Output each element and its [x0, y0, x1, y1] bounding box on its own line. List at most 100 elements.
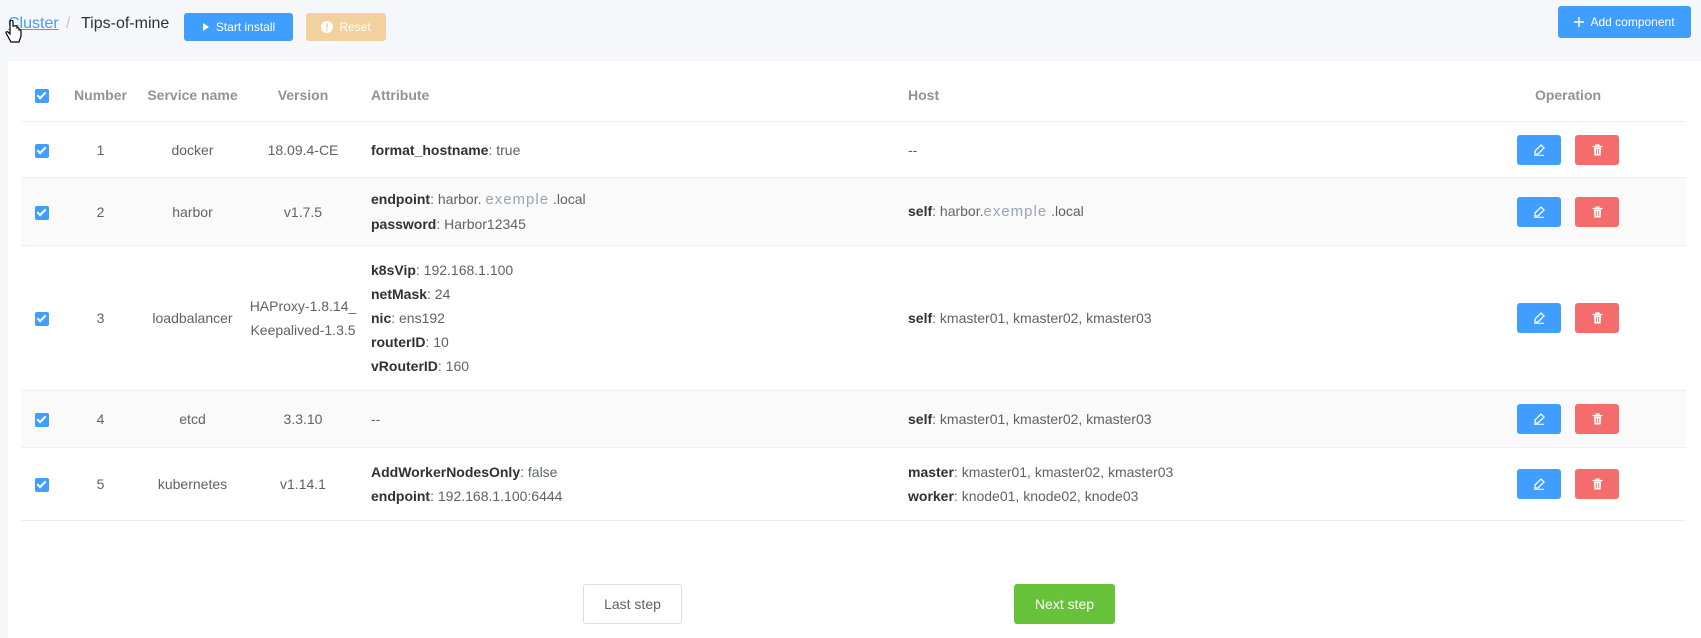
host-key: self — [908, 203, 933, 219]
row-number: 4 — [63, 390, 138, 448]
edit-icon — [1534, 143, 1545, 156]
attribute-line: routerID: 10 — [371, 330, 908, 354]
header-number: Number — [63, 69, 138, 122]
attribute-key: vRouterID — [371, 358, 438, 374]
table-row: 4 etcd 3.3.10 -- self: kmaster01, kmaste… — [21, 390, 1686, 448]
last-step-button[interactable]: Last step — [583, 584, 682, 624]
row-service-name: harbor — [138, 177, 247, 246]
delete-button[interactable] — [1575, 196, 1619, 227]
trash-icon — [1592, 478, 1602, 490]
delete-button[interactable] — [1575, 134, 1619, 165]
host-value: : kmaster01, kmaster02, kmaster03 — [932, 310, 1152, 326]
breadcrumb-separator: / — [66, 15, 71, 32]
row-host: self: kmaster01, kmaster02, kmaster03 — [908, 390, 1450, 448]
row-service-name: etcd — [138, 390, 247, 448]
start-install-label: Start install — [215, 20, 276, 34]
attribute-value: : 192.168.1.100:6444 — [430, 488, 563, 504]
host-value: : kmaster01, kmaster02, kmaster03 — [953, 464, 1174, 480]
reset-label: Reset — [339, 20, 371, 34]
row-version: 18.09.4-CE — [247, 121, 359, 178]
hand-cursor-icon — [5, 20, 22, 43]
header-version: Version — [247, 69, 359, 122]
attribute-key: format_hostname — [371, 141, 489, 158]
table-row: 1 docker 18.09.4-CE format_hostname: tru… — [21, 121, 1686, 178]
host-key: worker — [908, 488, 954, 504]
page-header: Cluster / Tips-of-mine Start install Res… — [0, 0, 1701, 60]
attribute-value: : false — [520, 464, 558, 480]
warning-icon — [321, 21, 334, 33]
delete-button[interactable] — [1575, 469, 1619, 499]
table-row: 2 harbor v1.7.5 endpoint: harbor. exempl… — [21, 177, 1686, 246]
delete-button[interactable] — [1575, 303, 1619, 333]
row-checkbox[interactable] — [35, 312, 49, 327]
host-value: : harbor. — [932, 203, 984, 219]
host-value-suffix: .local — [1051, 203, 1084, 219]
attribute-line: nic: ens192 — [371, 306, 908, 330]
host-line: worker: knode01, knode02, knode03 — [908, 484, 1450, 508]
trash-icon — [1592, 143, 1602, 155]
row-host: -- — [908, 121, 1450, 178]
play-icon — [202, 23, 209, 31]
attribute-key: endpoint — [371, 191, 431, 207]
header-host: Host — [908, 69, 1450, 122]
components-table: Number Service name Version Attribute Ho… — [21, 69, 1686, 521]
attribute-value: : 192.168.1.100 — [415, 262, 514, 278]
row-checkbox[interactable] — [35, 413, 49, 428]
edit-icon — [1534, 413, 1545, 425]
attribute-value: : true — [488, 141, 521, 158]
select-all-checkbox[interactable] — [35, 89, 49, 104]
attribute-line: netMask: 24 — [371, 282, 908, 306]
host-line: self: harbor.exemple .local — [908, 199, 1450, 224]
reset-button[interactable]: Reset — [306, 13, 386, 41]
row-attribute: format_hostname: true — [359, 121, 908, 178]
table-header-row: Number Service name Version Attribute Ho… — [21, 69, 1686, 122]
attribute-line: vRouterID: 160 — [371, 354, 908, 378]
row-checkbox[interactable] — [35, 143, 49, 158]
table-row: 5 kubernetes v1.14.1 AddWorkerNodesOnly:… — [21, 447, 1686, 521]
row-number: 3 — [63, 245, 138, 391]
edit-icon — [1534, 478, 1545, 490]
header-service-name: Service name — [138, 69, 247, 122]
row-number: 1 — [63, 121, 138, 178]
edit-icon — [1534, 312, 1545, 324]
edit-button[interactable] — [1517, 134, 1561, 165]
row-version: v1.14.1 — [247, 447, 359, 521]
row-host: master: kmaster01, kmaster02, kmaster03 … — [908, 447, 1450, 521]
row-version: 3.3.10 — [247, 390, 359, 448]
edit-button[interactable] — [1517, 196, 1561, 227]
host-key: master — [908, 464, 954, 480]
breadcrumb-current: Tips-of-mine — [81, 15, 170, 32]
row-version: v1.7.5 — [247, 177, 359, 246]
add-component-button[interactable]: Add component — [1558, 6, 1691, 38]
row-service-name: docker — [138, 121, 247, 178]
delete-button[interactable] — [1575, 404, 1619, 434]
row-attribute: -- — [359, 390, 908, 448]
next-step-button[interactable]: Next step — [1014, 584, 1115, 624]
start-install-button[interactable]: Start install — [184, 13, 293, 41]
edit-button[interactable] — [1517, 404, 1561, 434]
host-line: self: kmaster01, kmaster02, kmaster03 — [908, 407, 1450, 431]
trash-icon — [1592, 205, 1602, 217]
attribute-value: : 10 — [425, 334, 449, 350]
host-line: master: kmaster01, kmaster02, kmaster03 — [908, 460, 1450, 484]
row-host: self: harbor.exemple .local — [908, 177, 1450, 246]
table-row: 3 loadbalancer HAProxy-1.8.14_Keepalived… — [21, 245, 1686, 391]
edit-button[interactable] — [1517, 303, 1561, 333]
attribute-value: : 160 — [437, 358, 470, 374]
host-value-domain: exemple — [983, 203, 1048, 220]
row-number: 5 — [63, 447, 138, 521]
edit-button[interactable] — [1517, 469, 1561, 499]
row-checkbox[interactable] — [35, 205, 49, 220]
row-host: self: kmaster01, kmaster02, kmaster03 — [908, 245, 1450, 391]
row-number: 2 — [63, 177, 138, 246]
row-checkbox[interactable] — [35, 478, 49, 493]
attribute-key: nic — [371, 310, 392, 326]
attribute-value: : harbor. — [430, 191, 482, 207]
edit-icon — [1534, 205, 1545, 218]
host-key: self — [908, 310, 933, 326]
attribute-value-domain: exemple — [485, 191, 550, 208]
row-attribute: AddWorkerNodesOnly: false endpoint: 192.… — [359, 447, 908, 521]
host-value: : knode01, knode02, knode03 — [953, 488, 1139, 504]
select-all-cell — [21, 69, 63, 122]
row-service-name: kubernetes — [138, 447, 247, 521]
